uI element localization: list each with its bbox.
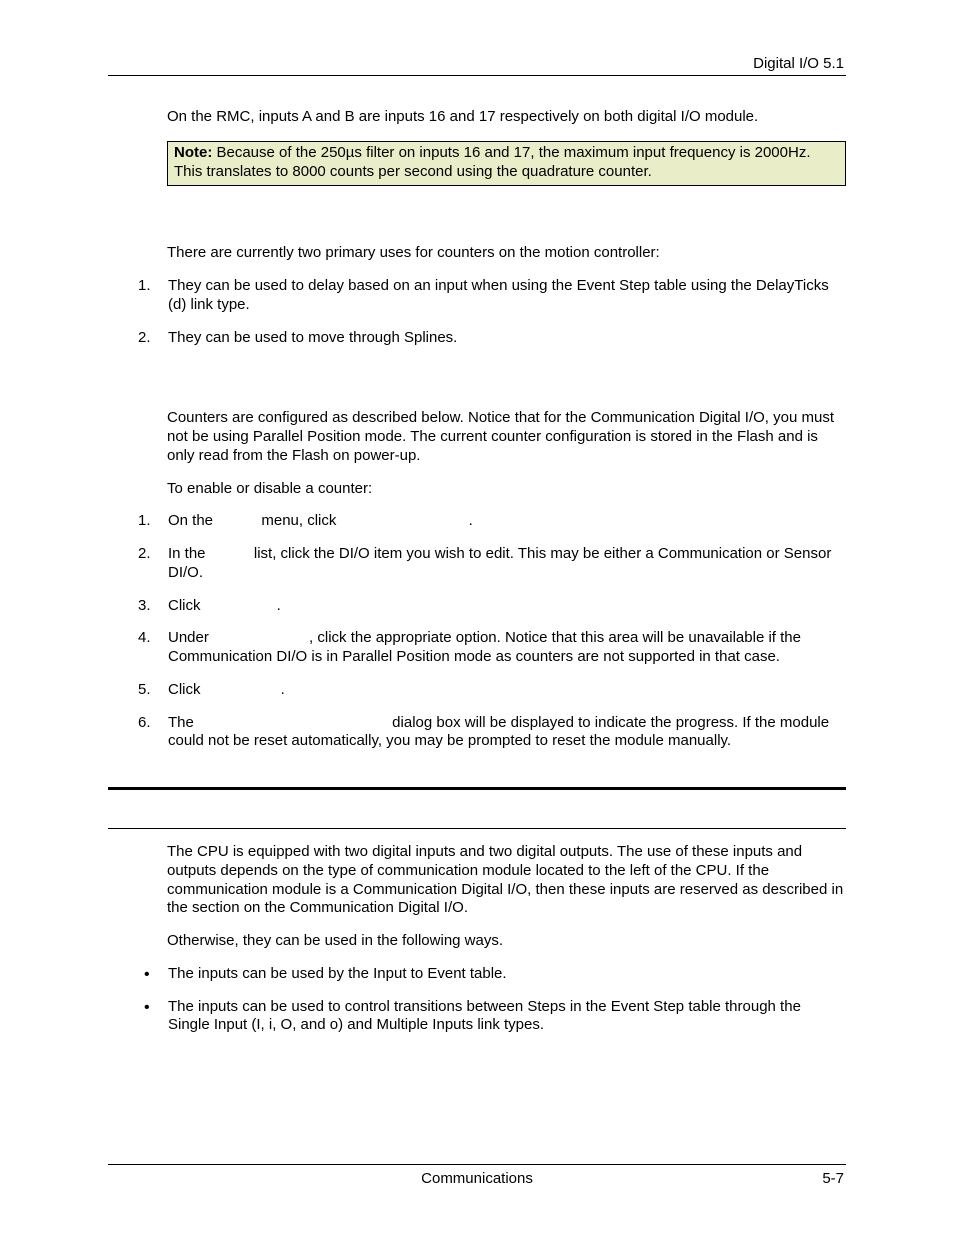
list-text: The dialog box will be displayed to indi…: [168, 714, 829, 750]
paragraph: There are currently two primary uses for…: [167, 244, 846, 263]
note-label: Note:: [174, 144, 212, 161]
thin-rule: [108, 828, 846, 829]
list-text: Click .: [168, 597, 281, 614]
footer-page-number: 5-7: [822, 1170, 844, 1187]
list-item: 5.Click .: [138, 681, 846, 700]
list-item: 1.They can be used to delay based on an …: [138, 277, 846, 315]
list-text: Under , click the appropriate option. No…: [168, 629, 801, 665]
paragraph: To enable or disable a counter:: [167, 480, 846, 499]
list-item: 6.The dialog box will be displayed to in…: [138, 714, 846, 752]
footer-center: Communications: [0, 1170, 954, 1187]
list-text: The inputs can be used by the Input to E…: [168, 965, 507, 982]
footer-rule: [108, 1164, 846, 1165]
list-text: In the list, click the DI/O item you wis…: [168, 545, 831, 581]
header-right: Digital I/O 5.1: [753, 55, 844, 72]
section-heading-area: [108, 787, 846, 829]
list-item: 2.They can be used to move through Splin…: [138, 329, 846, 348]
list-text: On the menu, click .: [168, 512, 473, 529]
note-box: Note: Because of the 250µs filter on inp…: [167, 141, 846, 187]
list-item: 3.Click .: [138, 597, 846, 616]
list-item: 4.Under , click the appropriate option. …: [138, 629, 846, 667]
list-item: The inputs can be used to control transi…: [138, 998, 846, 1036]
ordered-list: 1.They can be used to delay based on an …: [138, 277, 846, 347]
ordered-list: 1.On the menu, click . 2.In the list, cl…: [138, 512, 846, 751]
paragraph: Otherwise, they can be used in the follo…: [167, 932, 846, 951]
note-text: Because of the 250µs filter on inputs 16…: [174, 144, 810, 180]
paragraph: The CPU is equipped with two digital inp…: [167, 843, 846, 918]
thick-rule: [108, 787, 846, 790]
content-area: On the RMC, inputs A and B are inputs 16…: [108, 108, 846, 1049]
list-text: They can be used to delay based on an in…: [168, 277, 829, 313]
list-item: The inputs can be used by the Input to E…: [138, 965, 846, 984]
header-rule: [108, 75, 846, 76]
list-text: Click .: [168, 681, 285, 698]
list-text: They can be used to move through Splines…: [168, 329, 457, 346]
list-item: 1.On the menu, click .: [138, 512, 846, 531]
bullet-list: The inputs can be used by the Input to E…: [138, 965, 846, 1035]
list-item: 2.In the list, click the DI/O item you w…: [138, 545, 846, 583]
paragraph: On the RMC, inputs A and B are inputs 16…: [167, 108, 846, 127]
page: Digital I/O 5.1 On the RMC, inputs A and…: [0, 0, 954, 1235]
paragraph: Counters are configured as described bel…: [167, 409, 846, 465]
list-text: The inputs can be used to control transi…: [168, 998, 801, 1034]
